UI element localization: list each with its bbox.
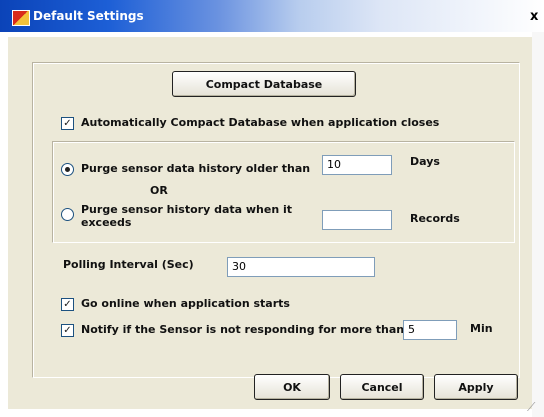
- or-separator: OR: [150, 184, 168, 197]
- auto-compact-checkbox[interactable]: ✓: [61, 117, 74, 130]
- resize-grip-icon[interactable]: ⟋: [527, 400, 535, 415]
- title-bar[interactable]: Default Settings x: [0, 0, 544, 32]
- purge-by-count-label-line1: Purge sensor history data when it: [81, 203, 293, 216]
- app-icon: [12, 10, 30, 26]
- polling-interval-label: Polling Interval (Sec): [63, 258, 194, 271]
- go-online-checkbox[interactable]: ✓: [61, 298, 74, 311]
- purge-by-age-label: Purge sensor data history older than: [81, 162, 311, 175]
- purge-count-unit: Records: [410, 212, 460, 225]
- purge-by-count-radio[interactable]: [61, 208, 74, 221]
- cancel-button[interactable]: Cancel: [340, 374, 424, 400]
- purge-age-input[interactable]: 10: [322, 155, 392, 175]
- polling-interval-input[interactable]: 30: [227, 257, 375, 277]
- notify-unit: Min: [470, 322, 493, 335]
- notify-minutes-input[interactable]: 5: [403, 320, 457, 340]
- notify-checkbox[interactable]: ✓: [61, 324, 74, 337]
- ok-button[interactable]: OK: [254, 374, 330, 400]
- purge-count-input[interactable]: [322, 210, 392, 230]
- close-icon[interactable]: x: [530, 9, 538, 24]
- purge-by-count-label-line2: exceeds: [81, 216, 132, 229]
- apply-button[interactable]: Apply: [434, 374, 518, 400]
- window-title: Default Settings: [33, 9, 144, 23]
- purge-by-age-radio[interactable]: [61, 163, 74, 176]
- notify-label: Notify if the Sensor is not responding f…: [81, 323, 405, 336]
- window-edge: [532, 32, 544, 417]
- purge-age-unit: Days: [410, 155, 440, 168]
- auto-compact-label: Automatically Compact Database when appl…: [81, 116, 440, 129]
- compact-database-button[interactable]: Compact Database: [172, 71, 356, 97]
- go-online-label: Go online when application starts: [81, 297, 290, 310]
